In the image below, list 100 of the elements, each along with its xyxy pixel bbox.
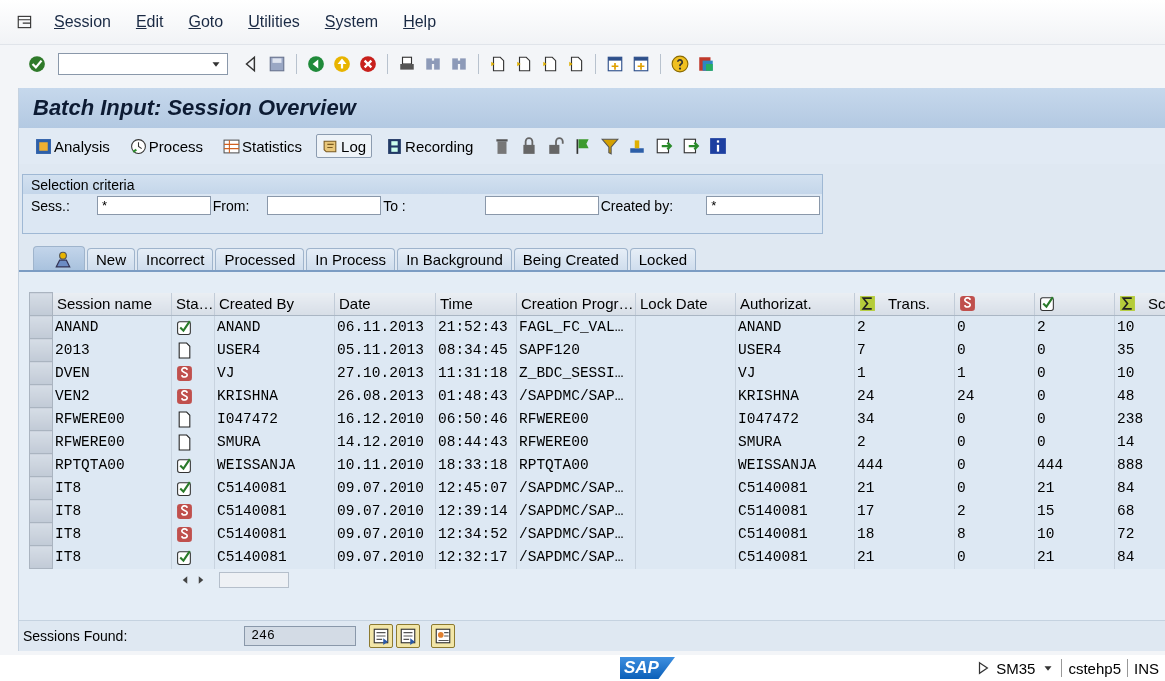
- table-cell: 12:32:17: [438, 549, 508, 565]
- command-field[interactable]: [58, 53, 228, 75]
- filter-icon[interactable]: [601, 137, 620, 155]
- window-menu-icon[interactable]: [16, 13, 34, 31]
- table-cell: 21: [1037, 549, 1055, 565]
- table-cell: IT8: [55, 526, 82, 542]
- table-cell: 24: [857, 388, 875, 404]
- tab[interactable]: Being Created: [513, 248, 628, 270]
- table-cell: KRISHNA: [217, 388, 278, 404]
- next-page-icon[interactable]: [541, 55, 559, 73]
- processed-status-icon: [176, 456, 193, 474]
- unlock-icon[interactable]: [547, 137, 566, 155]
- table-cell: 12:39:14: [438, 503, 508, 519]
- print-icon[interactable]: [398, 55, 416, 73]
- table-cell: VJ: [738, 365, 756, 381]
- stats-icon: [223, 137, 241, 155]
- toolbar-button[interactable]: Recording: [380, 134, 480, 158]
- table-cell: 17: [857, 503, 875, 519]
- stamp-icon[interactable]: [628, 137, 647, 155]
- table-cell: 10.11.2010: [337, 457, 424, 473]
- menu-item[interactable]: Utilities: [248, 13, 300, 31]
- first-page-icon[interactable]: [489, 55, 507, 73]
- table-cell: 14: [1117, 434, 1135, 450]
- table-cell: 10: [1117, 319, 1135, 336]
- error-status-icon: [176, 364, 193, 382]
- table-cell: 34: [857, 411, 875, 427]
- display-icon[interactable]: [434, 627, 453, 645]
- table-cell: WEISSANJA: [738, 457, 817, 473]
- list-icon[interactable]: [372, 627, 391, 645]
- new-window-icon[interactable]: [606, 55, 624, 73]
- table-cell: 21: [857, 480, 875, 496]
- tab[interactable]: [33, 246, 85, 270]
- toolbar-button[interactable]: Analysis: [29, 134, 116, 158]
- table-cell: 0: [957, 480, 966, 496]
- tab[interactable]: In Process: [306, 248, 396, 270]
- help-icon[interactable]: [671, 55, 689, 73]
- table-cell: 2: [857, 319, 866, 336]
- page-title: Batch Input: Session Overview: [19, 88, 1165, 128]
- table-cell: 0: [1037, 342, 1046, 358]
- table-cell: 68: [1117, 503, 1135, 519]
- scroll-thumb[interactable]: [219, 572, 289, 588]
- info-icon[interactable]: [709, 137, 728, 155]
- toolbar-button[interactable]: Log: [316, 134, 373, 158]
- tab[interactable]: Processed: [215, 248, 305, 270]
- table-cell: 7: [857, 342, 866, 358]
- table-cell: 21: [1037, 480, 1055, 496]
- find-next-icon[interactable]: [450, 55, 468, 73]
- field-label: Sessions Found:: [23, 628, 128, 644]
- tab[interactable]: In Background: [397, 248, 512, 270]
- input-field[interactable]: [484, 196, 599, 215]
- table-cell: C5140081: [738, 503, 808, 519]
- toolbar-button[interactable]: Statistics: [217, 134, 309, 158]
- menu-item[interactable]: Session: [54, 13, 111, 31]
- export-icon[interactable]: [655, 137, 674, 155]
- menu-item[interactable]: Help: [403, 13, 437, 31]
- table-cell: C5140081: [217, 480, 287, 496]
- table-cell: 0: [957, 342, 966, 358]
- table-cell: 18:33:18: [438, 457, 508, 473]
- save-icon[interactable]: [268, 55, 286, 73]
- table-cell: RFWERE00: [55, 434, 125, 450]
- table-cell: ANAND: [217, 319, 261, 336]
- table-cell: 26.08.2013: [337, 388, 424, 404]
- table-cell: VJ: [217, 365, 235, 381]
- details-icon[interactable]: [399, 627, 418, 645]
- input-field[interactable]: [267, 196, 382, 215]
- table-cell: 8: [957, 526, 966, 542]
- expand-icon[interactable]: [976, 661, 991, 675]
- input-field[interactable]: *: [97, 196, 211, 215]
- processed-status-icon: [176, 318, 193, 336]
- check-icon[interactable]: [28, 55, 46, 73]
- table-cell: USER4: [217, 342, 261, 358]
- cancel-icon[interactable]: [359, 55, 377, 73]
- table-cell: 15: [1037, 503, 1055, 519]
- toolbar-button[interactable]: Process: [123, 134, 210, 158]
- tab[interactable]: Incorrect: [137, 248, 214, 270]
- table-cell: 24: [957, 388, 975, 404]
- menu-item[interactable]: Goto: [188, 13, 224, 31]
- film-icon: [386, 137, 404, 155]
- table-cell: 06:50:46: [438, 411, 508, 427]
- previous-page-icon[interactable]: [515, 55, 533, 73]
- table-cell: 0: [1037, 434, 1046, 450]
- table-cell: USER4: [738, 342, 782, 358]
- layout-icon[interactable]: [697, 55, 715, 73]
- table-cell: RFWERE00: [55, 411, 125, 427]
- tab[interactable]: New: [87, 248, 135, 270]
- table-cell: Z_BDC_SESSI…: [519, 365, 624, 381]
- person-icon: [54, 249, 72, 268]
- back-icon[interactable]: [307, 55, 325, 73]
- last-page-icon[interactable]: [567, 55, 585, 73]
- menu-item[interactable]: Edit: [135, 13, 164, 31]
- processed-status-icon: [1039, 295, 1056, 313]
- table-cell: FAGL_FC_VAL…: [519, 319, 624, 336]
- table-cell: 444: [1037, 457, 1064, 473]
- table-cell: IT8: [55, 549, 82, 565]
- menu-item[interactable]: System: [324, 13, 379, 31]
- table-cell: 11:31:18: [438, 365, 508, 381]
- table-cell: 21:52:43: [438, 319, 508, 336]
- find-icon[interactable]: [424, 55, 442, 73]
- tab[interactable]: Locked: [629, 248, 697, 270]
- input-field[interactable]: *: [706, 196, 820, 215]
